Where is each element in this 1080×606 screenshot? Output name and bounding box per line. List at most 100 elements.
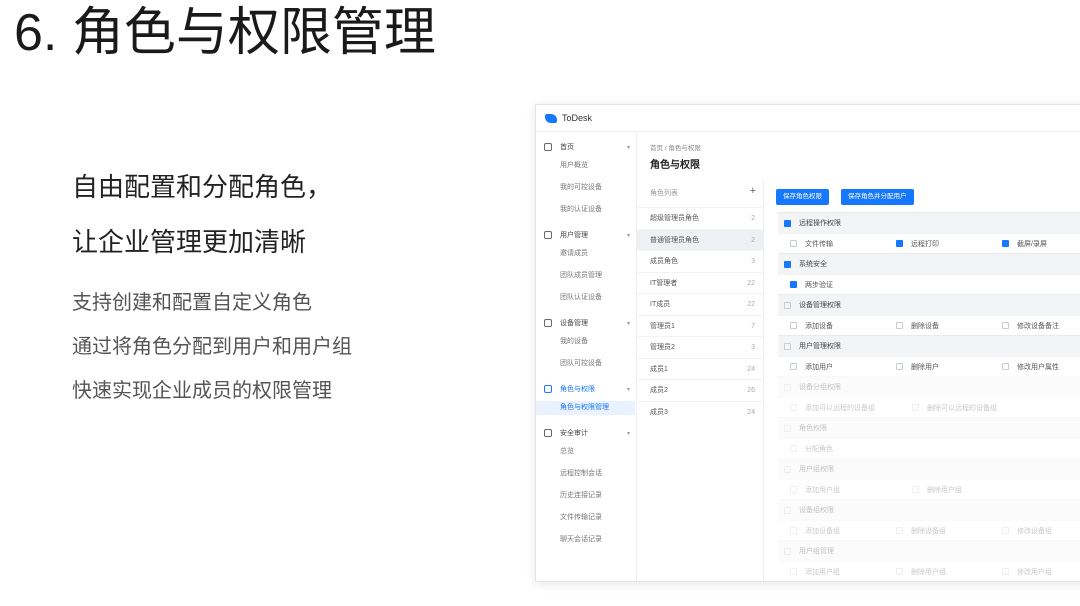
permission-item[interactable]: 分配角色 <box>778 444 900 454</box>
todesk-logo-icon <box>545 113 557 123</box>
permission-checkbox[interactable] <box>1002 527 1009 534</box>
permission-label: 删除设备 <box>911 322 939 330</box>
permission-label: 修改设备组 <box>1017 527 1052 535</box>
permission-checkbox[interactable] <box>790 568 797 575</box>
section-checkbox[interactable] <box>784 383 791 391</box>
sidebar-item[interactable]: 邀请成员 <box>560 247 588 261</box>
role-item[interactable]: 成员3 24 <box>637 400 763 422</box>
permission-checkbox[interactable] <box>912 486 919 493</box>
permission-label: 删除设备组 <box>911 527 946 535</box>
sidebar-item[interactable]: 角色与权限管理 <box>536 401 635 415</box>
permission-item[interactable]: 远程打印 <box>884 239 990 249</box>
sidebar-group-4[interactable]: 角色与权限 ▾ <box>544 382 630 396</box>
sidebar-item[interactable]: 远程控制会话 <box>560 467 602 481</box>
role-item[interactable]: 普通管理员角色 2 <box>637 228 763 250</box>
sidebar-group-2[interactable]: 用户管理 ▾ <box>544 228 630 242</box>
audit-icon <box>544 429 552 437</box>
permission-item[interactable]: 添加设备 <box>778 321 884 331</box>
permission-label: 分配角色 <box>805 445 833 453</box>
permission-label: 添加用户 <box>805 363 833 371</box>
permission-checkbox[interactable] <box>790 363 797 370</box>
permission-section: 用户管理权限 <box>778 335 1080 356</box>
role-item[interactable]: 成员2 26 <box>637 379 763 400</box>
permission-checkbox[interactable] <box>896 527 903 534</box>
permission-item[interactable]: 修改用户属性 <box>990 362 1080 372</box>
section-checkbox[interactable] <box>784 547 791 555</box>
permission-item[interactable]: 添加设备组 <box>778 526 884 536</box>
permission-item[interactable]: 删除可以远程的设备组 <box>900 403 1022 413</box>
permission-item[interactable]: 添加用户组 <box>778 567 884 577</box>
permission-item[interactable]: 修改设备组 <box>990 526 1080 536</box>
permission-checkbox[interactable] <box>790 404 797 411</box>
sidebar-item[interactable]: 聊天会话记录 <box>560 533 602 547</box>
permission-item[interactable]: 添加可以远程的设备组 <box>778 403 900 413</box>
sidebar-item[interactable]: 我的设备 <box>560 335 588 349</box>
section-checkbox[interactable] <box>784 219 791 227</box>
sidebar-item[interactable]: 用户概览 <box>560 159 588 173</box>
permission-row: 添加用户 删除用户 修改用户属性 <box>778 355 1080 377</box>
sidebar-item[interactable]: 文件传输记录 <box>560 511 602 525</box>
sidebar-group-1[interactable]: 首页 ▾ <box>544 140 630 154</box>
permission-item[interactable]: 添加用户 <box>778 362 884 372</box>
permission-item[interactable]: 添加用户组 <box>778 485 900 495</box>
permission-checkbox[interactable] <box>896 568 903 575</box>
sidebar-item[interactable]: 团队可控设备 <box>560 357 602 371</box>
permission-item[interactable]: 文件传输 <box>778 239 884 249</box>
add-role-button[interactable]: + <box>750 186 756 198</box>
permission-checkbox[interactable] <box>790 240 797 247</box>
role-name: 超级管理员角色 <box>650 215 699 222</box>
permission-item[interactable]: 修改用户组 <box>990 567 1080 577</box>
permission-label: 删除用户组 <box>911 568 946 576</box>
role-name: 成员1 <box>650 365 668 373</box>
permission-item[interactable]: 两步验证 <box>778 280 900 290</box>
role-member-count: 24 <box>747 365 755 373</box>
permission-item[interactable]: 删除设备 <box>884 321 990 331</box>
permission-item[interactable]: 删除用户 <box>884 362 990 372</box>
section-checkbox[interactable] <box>784 424 791 432</box>
sidebar-item[interactable]: 总览 <box>560 445 574 459</box>
role-item[interactable]: 管理员2 3 <box>637 336 763 357</box>
sidebar-item[interactable]: 我的认证设备 <box>560 203 602 217</box>
permission-row: 添加设备组 删除设备组 修改设备组 <box>778 519 1080 541</box>
save-role-permissions-button[interactable]: 保存角色权限 <box>776 189 829 205</box>
permission-checkbox[interactable] <box>896 240 903 247</box>
role-item[interactable]: 成员角色 3 <box>637 250 763 271</box>
role-item[interactable]: 超级管理员角色 2 <box>637 207 763 228</box>
section-checkbox[interactable] <box>784 506 791 514</box>
section-checkbox[interactable] <box>784 301 791 309</box>
permission-checkbox[interactable] <box>790 322 797 329</box>
permission-checkbox[interactable] <box>790 527 797 534</box>
breadcrumb[interactable]: 首页 / 角色与权限 <box>650 142 701 152</box>
role-item[interactable]: 成员1 24 <box>637 357 763 379</box>
permission-checkbox[interactable] <box>896 363 903 370</box>
sidebar-group-label: 设备管理 <box>560 320 588 327</box>
permission-checkbox[interactable] <box>1002 363 1009 370</box>
permission-checkbox[interactable] <box>896 322 903 329</box>
sidebar-group-5[interactable]: 安全审计 ▾ <box>544 426 630 440</box>
section-checkbox[interactable] <box>784 260 791 268</box>
permission-checkbox[interactable] <box>790 445 797 452</box>
permission-checkbox[interactable] <box>1002 240 1009 247</box>
permission-checkbox[interactable] <box>790 486 797 493</box>
permission-checkbox[interactable] <box>1002 322 1009 329</box>
save-and-assign-users-button[interactable]: 保存角色并分配用户 <box>841 189 914 205</box>
role-item[interactable]: IT管理者 22 <box>637 271 763 293</box>
permission-checkbox[interactable] <box>912 404 919 411</box>
permission-checkbox[interactable] <box>790 281 797 288</box>
role-item[interactable]: 管理员1 7 <box>637 314 763 336</box>
role-item[interactable]: IT成员 22 <box>637 293 763 314</box>
sidebar-item[interactable]: 团队认证设备 <box>560 291 602 305</box>
permission-item[interactable]: 修改设备备注 <box>990 321 1080 331</box>
permission-item[interactable]: 删除用户组 <box>900 485 1022 495</box>
permission-item[interactable]: 删除设备组 <box>884 526 990 536</box>
permission-checkbox[interactable] <box>1002 568 1009 575</box>
sidebar-item[interactable]: 团队成员管理 <box>560 269 602 283</box>
sidebar-item[interactable]: 我的可控设备 <box>560 181 602 195</box>
sidebar-group-3[interactable]: 设备管理 ▾ <box>544 316 630 330</box>
section-checkbox[interactable] <box>784 465 791 473</box>
permission-item[interactable]: 删除用户组 <box>884 567 990 577</box>
section-checkbox[interactable] <box>784 342 791 350</box>
role-name: 成员角色 <box>650 258 678 265</box>
permission-item[interactable]: 截屏/录屏 <box>990 239 1080 249</box>
sidebar-item[interactable]: 历史连接记录 <box>560 489 602 503</box>
